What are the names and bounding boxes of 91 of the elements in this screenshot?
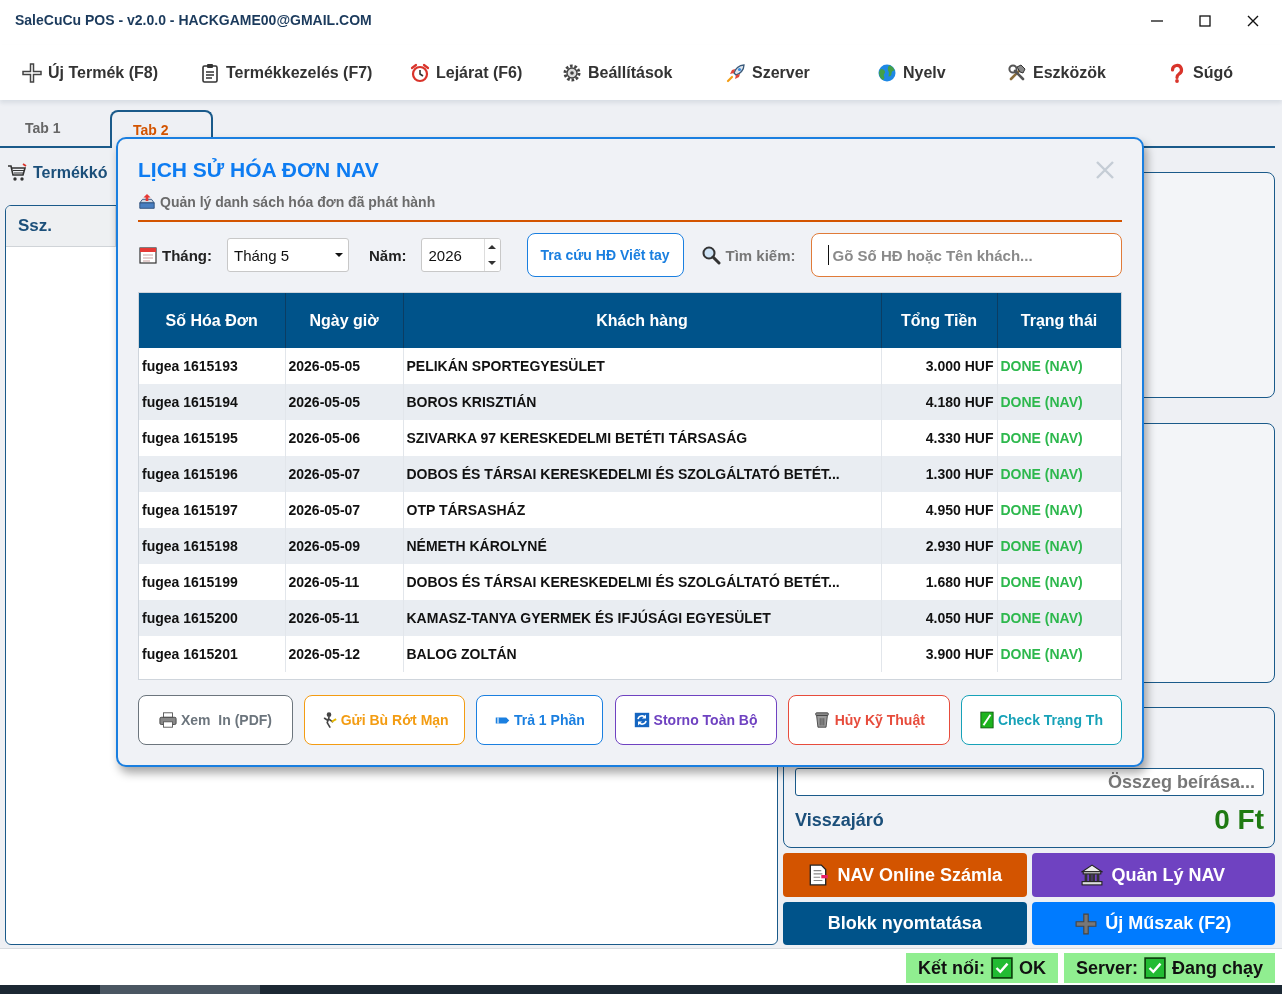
column-header[interactable]: Số Hóa Đơn bbox=[139, 293, 285, 348]
status-label: Server: bbox=[1075, 957, 1138, 979]
status-text: DONE (NAV) bbox=[997, 528, 1121, 564]
plus-icon bbox=[1075, 912, 1098, 935]
window-title: SaleCuCu POS - v2.0.0 - HACKGAME00@GMAIL.COM bbox=[15, 12, 372, 28]
text-cursor-icon bbox=[827, 245, 829, 265]
close-icon bbox=[1095, 160, 1115, 180]
field-label: Tháng: bbox=[162, 246, 212, 264]
caret-icon bbox=[335, 253, 343, 257]
table-cell: 4.180 HUF bbox=[881, 384, 997, 420]
alarm-clock-icon bbox=[410, 62, 430, 83]
table-cell: BOROS KRISZTIÁN bbox=[403, 384, 881, 420]
menu-item[interactable]: Szerver bbox=[716, 56, 867, 89]
menu-item[interactable]: Lejárat (F6) bbox=[400, 56, 552, 89]
table-cell: fugea 1615201 bbox=[139, 636, 285, 672]
table-cell: 4.050 HUF bbox=[881, 600, 997, 636]
status-value: OK bbox=[1018, 957, 1046, 979]
maximize-icon bbox=[1199, 15, 1211, 27]
up-arrow-icon bbox=[488, 245, 496, 249]
month-select[interactable]: Tháng 5 bbox=[227, 238, 349, 272]
dialog-button[interactable]: Hủy Kỹ Thuật bbox=[787, 695, 950, 745]
table-cell: KAMASZ-TANYA GYERMEK ÉS IFJÚSÁGI EGYESÜLET bbox=[403, 600, 881, 636]
bank-icon bbox=[1081, 864, 1104, 886]
column-header[interactable]: Tổng Tiền bbox=[881, 293, 997, 348]
dialog-title: LỊCH SỬ HÓA ĐƠN NAV bbox=[138, 158, 379, 182]
amount-field[interactable]: Összeg beírása... bbox=[795, 768, 1264, 796]
status-label: Kết nối: bbox=[917, 957, 985, 979]
status-text: DONE (NAV) bbox=[997, 600, 1121, 636]
year-spinbox[interactable]: 2026 bbox=[420, 238, 501, 272]
menu-item[interactable]: Termékkezelés (F7) bbox=[190, 56, 400, 89]
table-cell: fugea 1615194 bbox=[139, 384, 285, 420]
status-text: DONE (NAV) bbox=[997, 636, 1121, 672]
menu-item[interactable]: Nyelv bbox=[867, 56, 997, 89]
inbox-upload-icon bbox=[138, 193, 156, 211]
table-cell: NÉMETH KÁROLYNÉ bbox=[403, 528, 881, 564]
action-button[interactable]: NAV Online Számla bbox=[783, 853, 1027, 897]
field-label: Termékkó bbox=[33, 164, 108, 182]
gear-icon bbox=[562, 62, 582, 83]
action-button[interactable]: Blokk nyomtatása bbox=[783, 902, 1027, 945]
menu-item[interactable]: Eszközök bbox=[997, 56, 1157, 89]
column-header[interactable]: Trạng thái bbox=[997, 293, 1121, 348]
table-cell: fugea 1615198 bbox=[139, 528, 285, 564]
table-cell: 2026-05-11 bbox=[285, 600, 403, 636]
table-cell: 2026-05-07 bbox=[285, 456, 403, 492]
trash-icon bbox=[812, 711, 831, 729]
search-field[interactable]: Gõ Số HĐ hoặc Tên khách... bbox=[810, 233, 1122, 277]
dialog-subtitle: Quản lý danh sách hóa đơn đã phát hành bbox=[160, 194, 436, 210]
table-cell: 2026-05-12 bbox=[285, 636, 403, 672]
table-cell: BALOG ZOLTÁN bbox=[403, 636, 881, 672]
field-label: Tìm kiếm: bbox=[725, 246, 796, 264]
tick-tile-icon bbox=[979, 711, 994, 729]
rocket-icon bbox=[726, 62, 746, 83]
dialog-button[interactable]: Trả 1 Phần bbox=[476, 695, 604, 745]
table-cell: 1.300 HUF bbox=[881, 456, 997, 492]
table-cell: fugea 1615200 bbox=[139, 600, 285, 636]
dialog-button[interactable]: Xem In (PDF) bbox=[138, 695, 293, 745]
table-cell: fugea 1615196 bbox=[139, 456, 285, 492]
column-header[interactable]: Ngày giờ bbox=[285, 293, 403, 348]
close-icon bbox=[1247, 15, 1259, 27]
cart-icon bbox=[7, 163, 27, 183]
change-label: Visszajáró bbox=[795, 809, 884, 831]
tab[interactable]: Tab 1 bbox=[0, 110, 110, 146]
table-cell: 2026-05-09 bbox=[285, 528, 403, 564]
action-button[interactable]: Új Műszak (F2) bbox=[1031, 902, 1275, 945]
menu-item[interactable]: Új Termék (F8) bbox=[12, 56, 190, 89]
down-arrow-icon bbox=[488, 261, 496, 265]
menu-item[interactable]: Súgó bbox=[1157, 56, 1243, 89]
printer-icon bbox=[159, 711, 177, 729]
globe-icon bbox=[877, 62, 897, 83]
action-button[interactable]: Quản Lý NAV bbox=[1031, 853, 1275, 897]
table-cell: 2026-05-05 bbox=[285, 384, 403, 420]
menu-item[interactable]: Beállítások bbox=[552, 56, 716, 89]
search-icon bbox=[700, 245, 721, 265]
document-icon bbox=[807, 864, 830, 886]
table-cell: DOBOS ÉS TÁRSAI KERESKEDELMI ÉS SZOLGÁLTATÓ BETÉT... bbox=[403, 456, 881, 492]
change-amount: 0 Ft bbox=[1214, 804, 1264, 836]
refresh-icon bbox=[633, 712, 650, 728]
clipboard-icon bbox=[200, 62, 220, 83]
table-cell: 2.930 HUF bbox=[881, 528, 997, 564]
pencil-icon bbox=[494, 715, 510, 725]
status-text: DONE (NAV) bbox=[997, 384, 1121, 420]
table-cell: 3.900 HUF bbox=[881, 636, 997, 672]
column-header[interactable]: Khách hàng bbox=[403, 293, 881, 348]
field-label: Năm: bbox=[369, 246, 407, 264]
status-text: DONE (NAV) bbox=[997, 456, 1121, 492]
calendar-icon bbox=[138, 245, 158, 265]
plus-icon bbox=[22, 62, 42, 83]
dialog-button[interactable]: Storno Toàn Bộ bbox=[614, 695, 777, 745]
tools-icon bbox=[1007, 62, 1027, 83]
status-value: Đang chạy bbox=[1171, 957, 1263, 979]
lookup-button[interactable]: Tra cứu HĐ Viết tay bbox=[526, 233, 684, 277]
